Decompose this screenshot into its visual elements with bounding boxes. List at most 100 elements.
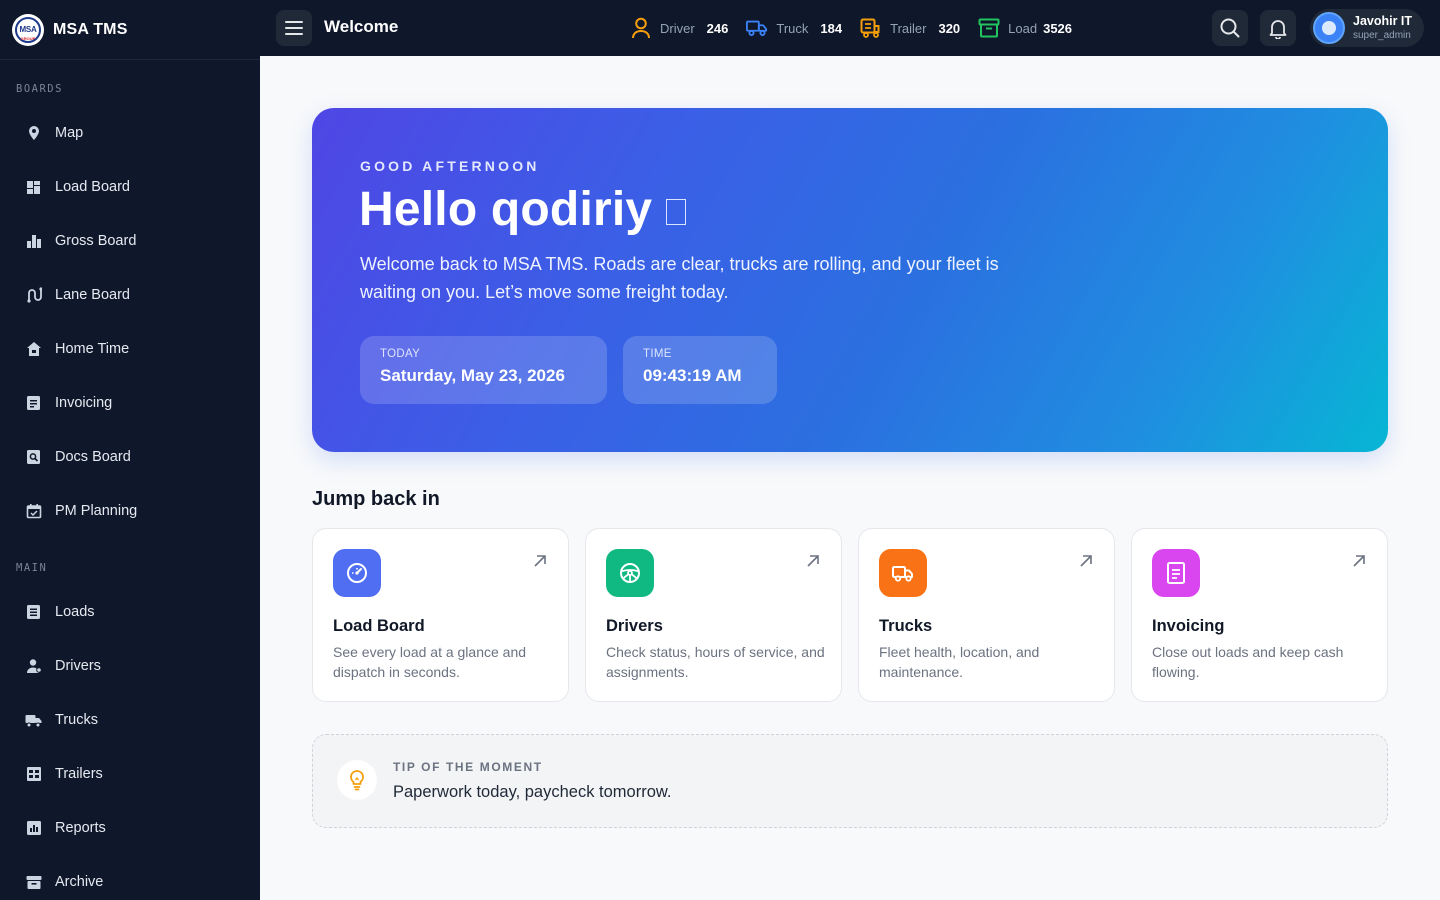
card-description: Fleet health, location, and maintenance. <box>879 644 1040 680</box>
route-icon <box>25 287 42 304</box>
time-value: 09:43:19 AM <box>643 366 742 385</box>
sidebar-item-label: Drivers <box>55 658 101 674</box>
calendar-check-icon <box>25 503 42 520</box>
driver-icon <box>630 17 652 39</box>
sidebar-item-loads[interactable]: Loads <box>0 585 260 639</box>
tip-of-the-moment: TIP OF THE MOMENT Paperwork today, paych… <box>312 734 1388 828</box>
user-name: Javohir IT <box>1353 13 1413 28</box>
stat-label: Driver <box>660 20 695 36</box>
bell-icon <box>1269 20 1287 39</box>
brand-logo-sub: GROUP <box>20 35 36 41</box>
today-pill: TODAY Saturday, May 23, 2026 <box>360 336 607 404</box>
report-icon <box>25 820 42 837</box>
document-icon <box>25 395 42 412</box>
card-title: Invoicing <box>1152 617 1225 635</box>
sidebar: MSA GROUP MSA TMS BOARDS Map Load Board … <box>0 0 260 900</box>
sidebar-item-label: Gross Board <box>55 233 137 249</box>
section-label-main: MAIN <box>16 562 48 574</box>
list-icon <box>25 604 42 621</box>
sidebar-item-invoicing[interactable]: Invoicing <box>0 376 260 430</box>
stat-value: 3526 <box>1043 20 1073 36</box>
arrow-up-right-icon <box>1353 555 1365 567</box>
stat-truck[interactable]: Truck 184 <box>746 17 842 39</box>
sidebar-item-docs-board[interactable]: Docs Board <box>0 430 260 484</box>
sidebar-item-label: Lane Board <box>55 287 130 303</box>
stat-label: Trailer <box>890 20 927 36</box>
stat-load[interactable]: Load 3526 <box>978 17 1072 39</box>
arrow-up-right-icon <box>1080 555 1092 567</box>
card-description: Check status, hours of service, and assi… <box>606 644 825 680</box>
search-button[interactable] <box>1212 10 1248 46</box>
stat-value: 184 <box>820 20 843 36</box>
sidebar-item-home-time[interactable]: Home Time <box>0 322 260 376</box>
sidebar-item-label: Trucks <box>55 712 98 728</box>
brand-name: MSA TMS <box>53 20 128 38</box>
card-description: Close out loads and keep cash flowing. <box>1152 644 1344 680</box>
user-role: super_admin <box>1353 29 1411 41</box>
brand-logo-text: MSA <box>19 25 37 34</box>
card-badge <box>879 549 927 597</box>
page-title: Welcome <box>324 17 399 36</box>
fleet-stats: Driver 246 Truck 184 Trailer 320 Load 35… <box>630 14 1090 42</box>
card-badge <box>333 549 381 597</box>
card-load-board[interactable]: Load Board See every load at a glance an… <box>312 528 569 702</box>
sidebar-item-map[interactable]: Map <box>0 106 260 160</box>
sidebar-item-lane-board[interactable]: Lane Board <box>0 268 260 322</box>
truck-icon <box>746 17 768 39</box>
archive-icon <box>25 874 42 891</box>
today-label: TODAY <box>380 348 421 360</box>
invoice-icon <box>1167 562 1185 584</box>
sidebar-item-label: Map <box>55 125 84 141</box>
tip-text: Paperwork today, paycheck tomorrow. <box>393 783 672 801</box>
user-menu[interactable]: Javohir IT super_admin <box>1310 9 1424 47</box>
brand[interactable]: MSA GROUP MSA TMS <box>0 0 260 60</box>
sidebar-item-drivers[interactable]: Drivers <box>0 639 260 693</box>
card-badge <box>1152 549 1200 597</box>
sidebar-item-load-board[interactable]: Load Board <box>0 160 260 214</box>
sidebar-item-label: PM Planning <box>55 503 138 519</box>
notifications-button[interactable] <box>1260 10 1296 46</box>
jump-back-title: Jump back in <box>312 488 440 510</box>
card-trucks[interactable]: Trucks Fleet health, location, and maint… <box>858 528 1115 702</box>
tip-label: TIP OF THE MOMENT <box>393 760 543 774</box>
home-icon <box>25 341 42 358</box>
sidebar-item-reports[interactable]: Reports <box>0 801 260 855</box>
trailer-icon <box>25 766 42 783</box>
stat-driver[interactable]: Driver 246 <box>630 17 728 39</box>
card-invoicing[interactable]: Invoicing Close out loads and keep cash … <box>1131 528 1388 702</box>
hero-greeting: GOOD AFTERNOON <box>360 158 540 174</box>
sidebar-item-label: Home Time <box>55 341 130 357</box>
sidebar-item-gross-board[interactable]: Gross Board <box>0 214 260 268</box>
menu-toggle-button[interactable] <box>276 10 312 46</box>
sidebar-item-label: Reports <box>55 820 106 836</box>
card-title: Load Board <box>333 617 425 635</box>
search-icon <box>1220 18 1240 38</box>
map-pin-icon <box>25 125 42 142</box>
time-label: TIME <box>643 348 672 360</box>
card-description: See every load at a glance and dispatch … <box>333 644 527 680</box>
card-title: Drivers <box>606 617 663 635</box>
sidebar-item-label: Trailers <box>55 766 103 782</box>
dashboard-icon <box>25 179 42 196</box>
lightbulb-icon <box>337 760 377 800</box>
sidebar-item-label: Invoicing <box>55 395 113 411</box>
card-badge <box>606 549 654 597</box>
stat-value: 320 <box>938 20 961 36</box>
stat-label: Load <box>1008 20 1038 36</box>
stat-value: 246 <box>706 20 729 36</box>
brand-logo: MSA GROUP <box>12 13 44 46</box>
hero-hello-text: Hello qodiriy <box>359 183 653 236</box>
hamburger-icon <box>285 21 303 35</box>
stat-trailer[interactable]: Trailer 320 <box>860 17 960 39</box>
section-label-boards: BOARDS <box>16 83 63 95</box>
main-content: GOOD AFTERNOON Hello qodiriy Welcome bac… <box>260 56 1440 900</box>
card-drivers[interactable]: Drivers Check status, hours of service, … <box>585 528 842 702</box>
sidebar-item-archive[interactable]: Archive <box>0 855 260 900</box>
sidebar-item-pm-planning[interactable]: PM Planning <box>0 484 260 538</box>
sidebar-item-trucks[interactable]: Trucks <box>0 693 260 747</box>
sidebar-item-trailers[interactable]: Trailers <box>0 747 260 801</box>
person-icon <box>25 658 42 675</box>
arrow-up-right-icon <box>534 555 546 567</box>
sidebar-item-label: Docs Board <box>55 449 131 465</box>
trailer-icon <box>860 17 882 39</box>
